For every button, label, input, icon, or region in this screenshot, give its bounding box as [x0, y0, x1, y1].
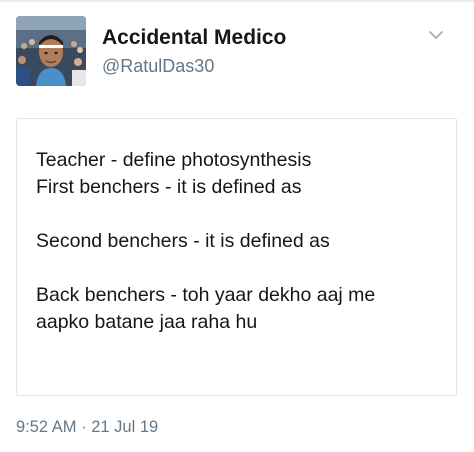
tweet-line: aapko batane jaa raha hu	[36, 311, 258, 333]
tweet-line: Second benchers - it is defined as	[36, 230, 330, 252]
tweet-time: 9:52 AM	[16, 418, 77, 436]
avatar-image	[16, 16, 86, 86]
top-divider	[0, 0, 474, 2]
tweet-line: First benchers - it is defined as	[36, 176, 302, 198]
tweet-line: Teacher - define photosynthesis	[36, 149, 312, 171]
chevron-down-icon[interactable]	[428, 28, 444, 40]
tweet-line: Back benchers - toh yaar dekho aaj me	[36, 284, 376, 306]
tweet-date: 21 Jul 19	[91, 418, 159, 436]
avatar[interactable]	[16, 16, 86, 86]
tweet-card: Teacher - define photosynthesis First be…	[16, 118, 457, 396]
display-name[interactable]: Accidental Medico	[102, 26, 286, 50]
timestamp-separator: ·	[81, 418, 87, 436]
tweet-text: Teacher - define photosynthesis First be…	[36, 147, 446, 336]
user-handle[interactable]: @RatulDas30	[102, 56, 214, 77]
timestamp[interactable]: 9:52 AM · 21 Jul 19	[16, 418, 158, 437]
